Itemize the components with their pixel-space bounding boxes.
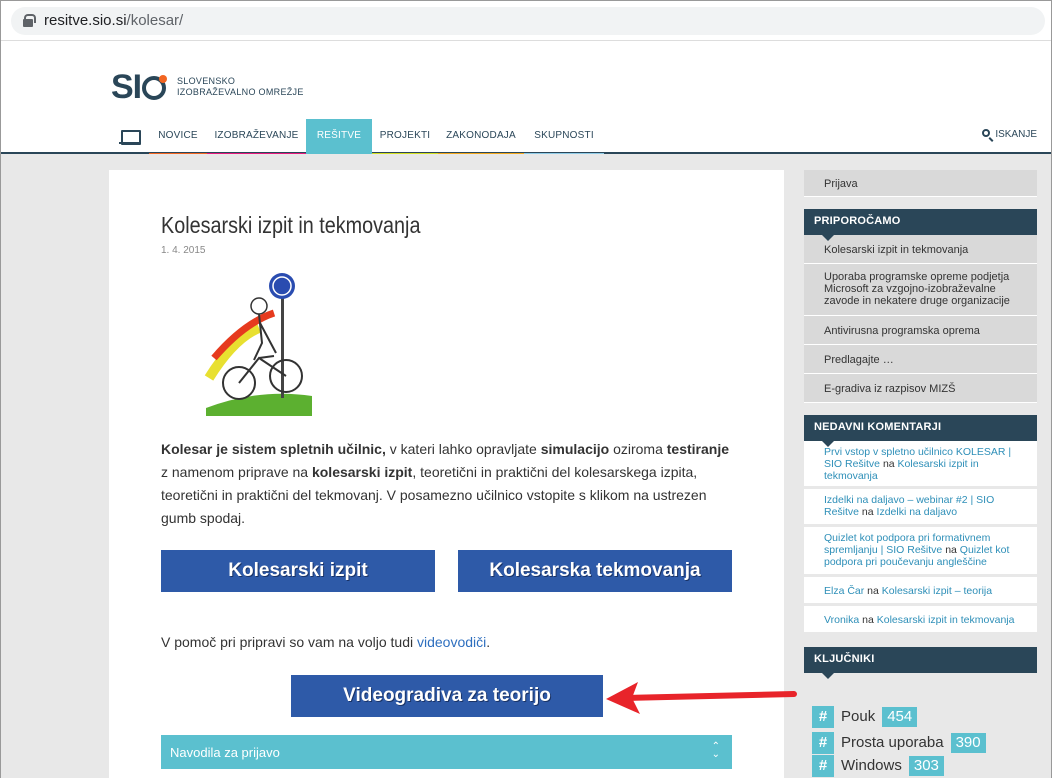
site-header: SI SLOVENSKO IZOBRAŽEVALNO OMREŽJE NOVICE… <box>1 42 1051 163</box>
nav-item-zakonodaja[interactable]: ZAKONODAJA <box>438 119 524 156</box>
recommend-item[interactable]: Uporaba programske opreme podjetja Micro… <box>804 264 1037 316</box>
post-date: 1. 4. 2015 <box>161 245 206 256</box>
comments-heading: NEDAVNI KOMENTARJI <box>804 415 1037 447</box>
hash-icon: # <box>812 755 834 777</box>
tag-count: 303 <box>908 756 944 776</box>
search-icon <box>982 129 991 137</box>
chevron-updown-icon: ⌃ ⌄ <box>711 741 720 760</box>
search-button[interactable]: ISKANJE <box>982 129 1037 140</box>
comment-post-link[interactable]: Kolesarski izpit – teorija <box>882 585 992 597</box>
nav-item-resitve[interactable]: REŠITVE <box>306 119 372 163</box>
comment-author-link[interactable]: Elza Čar <box>824 585 864 597</box>
help-text: V pomoč pri pripravi so vam na voljo tud… <box>161 634 491 650</box>
videovodici-link[interactable]: videovodiči <box>417 634 486 650</box>
videogradiva-button[interactable]: Videogradiva za teorijo <box>291 675 603 717</box>
comment-item: Elza Čar na Kolesarski izpit – teorija <box>804 577 1037 606</box>
kolesarska-tekmovanja-button[interactable]: Kolesarska tekmovanja <box>458 550 732 592</box>
recommend-heading: PRIPOROČAMO <box>804 209 1037 241</box>
red-arrow-annotation <box>606 682 797 714</box>
comment-author-link[interactable]: Vronika <box>824 614 859 626</box>
sidebar: Prijava PRIPOROČAMO Kolesarski izpit in … <box>804 170 1037 679</box>
recommend-item[interactable]: E-gradiva iz razpisov MIZŠ <box>804 374 1037 403</box>
nav-item-projekti[interactable]: PROJEKTI <box>372 119 438 156</box>
nav-item-skupnosti[interactable]: SKUPNOSTI <box>524 119 604 156</box>
page-title: Kolesarski izpit in tekmovanja <box>161 212 421 238</box>
comment-post-link[interactable]: Izdelki na daljavo <box>877 506 958 518</box>
main-nav: NOVICE IZOBRAŽEVANJE REŠITVE PROJEKTI ZA… <box>1 119 1051 163</box>
nav-item-novice[interactable]: NOVICE <box>149 119 207 156</box>
recommend-item[interactable]: Predlagajte … <box>804 345 1037 374</box>
tag-count: 390 <box>950 733 986 753</box>
comment-item: Izdelki na daljavo – webinar #2 | SIO Re… <box>804 489 1037 527</box>
lock-icon <box>23 14 36 27</box>
sio-logo[interactable]: SI <box>111 68 168 107</box>
tag-pouk[interactable]: # Pouk 454 <box>812 706 918 728</box>
article: Kolesarski izpit in tekmovanja 1. 4. 201… <box>109 170 797 778</box>
comment-item: Quizlet kot podpora pri formativnem spre… <box>804 527 1037 577</box>
comment-item: Vronika na Kolesarski izpit in tekmovanj… <box>804 606 1037 635</box>
logo-tagline: SLOVENSKO IZOBRAŽEVALNO OMREŽJE <box>177 76 304 97</box>
url-text[interactable]: resitve.sio.si/kolesar/ <box>44 12 183 29</box>
browser-address-bar: resitve.sio.si/kolesar/ <box>1 1 1051 41</box>
home-screen-icon[interactable] <box>119 130 141 145</box>
hash-icon: # <box>812 732 834 754</box>
login-link[interactable]: Prijava <box>804 170 1037 197</box>
hash-icon: # <box>812 706 834 728</box>
nav-item-izobrazevanje[interactable]: IZOBRAŽEVANJE <box>207 119 306 156</box>
comment-item: Prvi vstop v spletno učilnico KOLESAR | … <box>804 441 1037 489</box>
kolesarski-izpit-button[interactable]: Kolesarski izpit <box>161 550 435 592</box>
tag-windows[interactable]: # Windows 303 <box>812 755 944 777</box>
cyclist-illustration <box>204 273 312 416</box>
recommend-item[interactable]: Kolesarski izpit in tekmovanja <box>804 235 1037 264</box>
accordion-navodila[interactable]: Navodila za prijavo ⌃ ⌄ <box>161 735 732 769</box>
intro-paragraph: Kolesar je sistem spletnih učilnic, v ka… <box>161 441 730 526</box>
logo-ring-icon <box>142 75 168 100</box>
tag-count: 454 <box>882 707 918 727</box>
tags-heading: KLJUČNIKI <box>804 647 1037 679</box>
comment-post-link[interactable]: Kolesarski izpit in tekmovanja <box>877 614 1015 626</box>
tag-prosta-uporaba[interactable]: # Prosta uporaba 390 <box>812 732 986 754</box>
recommend-item[interactable]: Antivirusna programska oprema <box>804 316 1037 345</box>
